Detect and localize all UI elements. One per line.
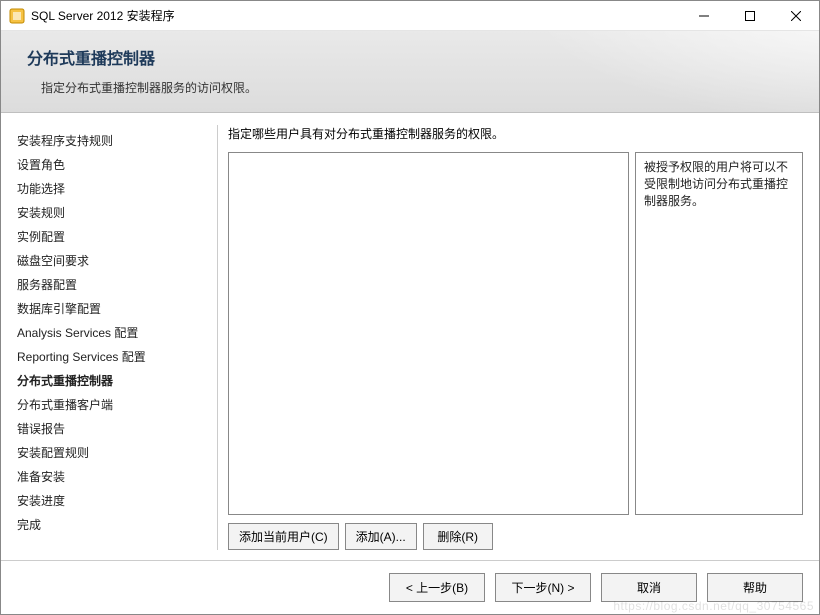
panel-row: 被授予权限的用户将可以不受限制地访问分布式重播控制器服务。 [228, 152, 803, 515]
info-box: 被授予权限的用户将可以不受限制地访问分布式重播控制器服务。 [635, 152, 803, 515]
window-controls [681, 1, 819, 30]
sidebar-item-analysis-services[interactable]: Analysis Services 配置 [17, 321, 197, 345]
close-button[interactable] [773, 1, 819, 30]
sidebar-item-install-config-rules[interactable]: 安装配置规则 [17, 441, 197, 465]
minimize-button[interactable] [681, 1, 727, 30]
add-button[interactable]: 添加(A)... [345, 523, 417, 550]
page-subtitle: 指定分布式重播控制器服务的访问权限。 [27, 79, 799, 96]
sidebar-item-ready-install[interactable]: 准备安装 [17, 465, 197, 489]
sidebar-item-server-config[interactable]: 服务器配置 [17, 273, 197, 297]
footer: < 上一步(B) 下一步(N) > 取消 帮助 [1, 560, 819, 614]
sidebar-item-dr-controller[interactable]: 分布式重播控制器 [17, 369, 197, 393]
sidebar-item-complete[interactable]: 完成 [17, 513, 197, 537]
sidebar-item-install-progress[interactable]: 安装进度 [17, 489, 197, 513]
cancel-button[interactable]: 取消 [601, 573, 697, 602]
sidebar-item-dr-client[interactable]: 分布式重播客户端 [17, 393, 197, 417]
sidebar-item-db-engine-config[interactable]: 数据库引擎配置 [17, 297, 197, 321]
sidebar-item-disk-space[interactable]: 磁盘空间要求 [17, 249, 197, 273]
add-current-user-button[interactable]: 添加当前用户(C) [228, 523, 339, 550]
user-list[interactable] [228, 152, 629, 515]
body: 安装程序支持规则 设置角色 功能选择 安装规则 实例配置 磁盘空间要求 服务器配… [1, 113, 819, 560]
next-button[interactable]: 下一步(N) > [495, 573, 591, 602]
remove-button[interactable]: 删除(R) [423, 523, 493, 550]
sidebar-item-feature-select[interactable]: 功能选择 [17, 177, 197, 201]
sidebar-item-error-report[interactable]: 错误报告 [17, 417, 197, 441]
sidebar-item-reporting-services[interactable]: Reporting Services 配置 [17, 345, 197, 369]
sidebar-item-setup-role[interactable]: 设置角色 [17, 153, 197, 177]
sidebar: 安装程序支持规则 设置角色 功能选择 安装规则 实例配置 磁盘空间要求 服务器配… [1, 113, 207, 560]
sidebar-item-install-rules[interactable]: 安装程序支持规则 [17, 129, 197, 153]
main-panel: 指定哪些用户具有对分布式重播控制器服务的权限。 被授予权限的用户将可以不受限制地… [207, 113, 819, 560]
installer-window: SQL Server 2012 安装程序 分布式重播控制器 指定分布式重播控制器… [0, 0, 820, 615]
action-row: 添加当前用户(C) 添加(A)... 删除(R) [228, 523, 803, 550]
help-button[interactable]: 帮助 [707, 573, 803, 602]
sidebar-item-instance-config[interactable]: 实例配置 [17, 225, 197, 249]
instruction-text: 指定哪些用户具有对分布式重播控制器服务的权限。 [228, 125, 803, 142]
maximize-button[interactable] [727, 1, 773, 30]
back-button[interactable]: < 上一步(B) [389, 573, 485, 602]
window-title: SQL Server 2012 安装程序 [31, 7, 681, 24]
app-icon [9, 8, 25, 24]
titlebar: SQL Server 2012 安装程序 [1, 1, 819, 31]
sidebar-item-install-rules2[interactable]: 安装规则 [17, 201, 197, 225]
page-title: 分布式重播控制器 [27, 45, 799, 69]
header-banner: 分布式重播控制器 指定分布式重播控制器服务的访问权限。 [1, 31, 819, 113]
